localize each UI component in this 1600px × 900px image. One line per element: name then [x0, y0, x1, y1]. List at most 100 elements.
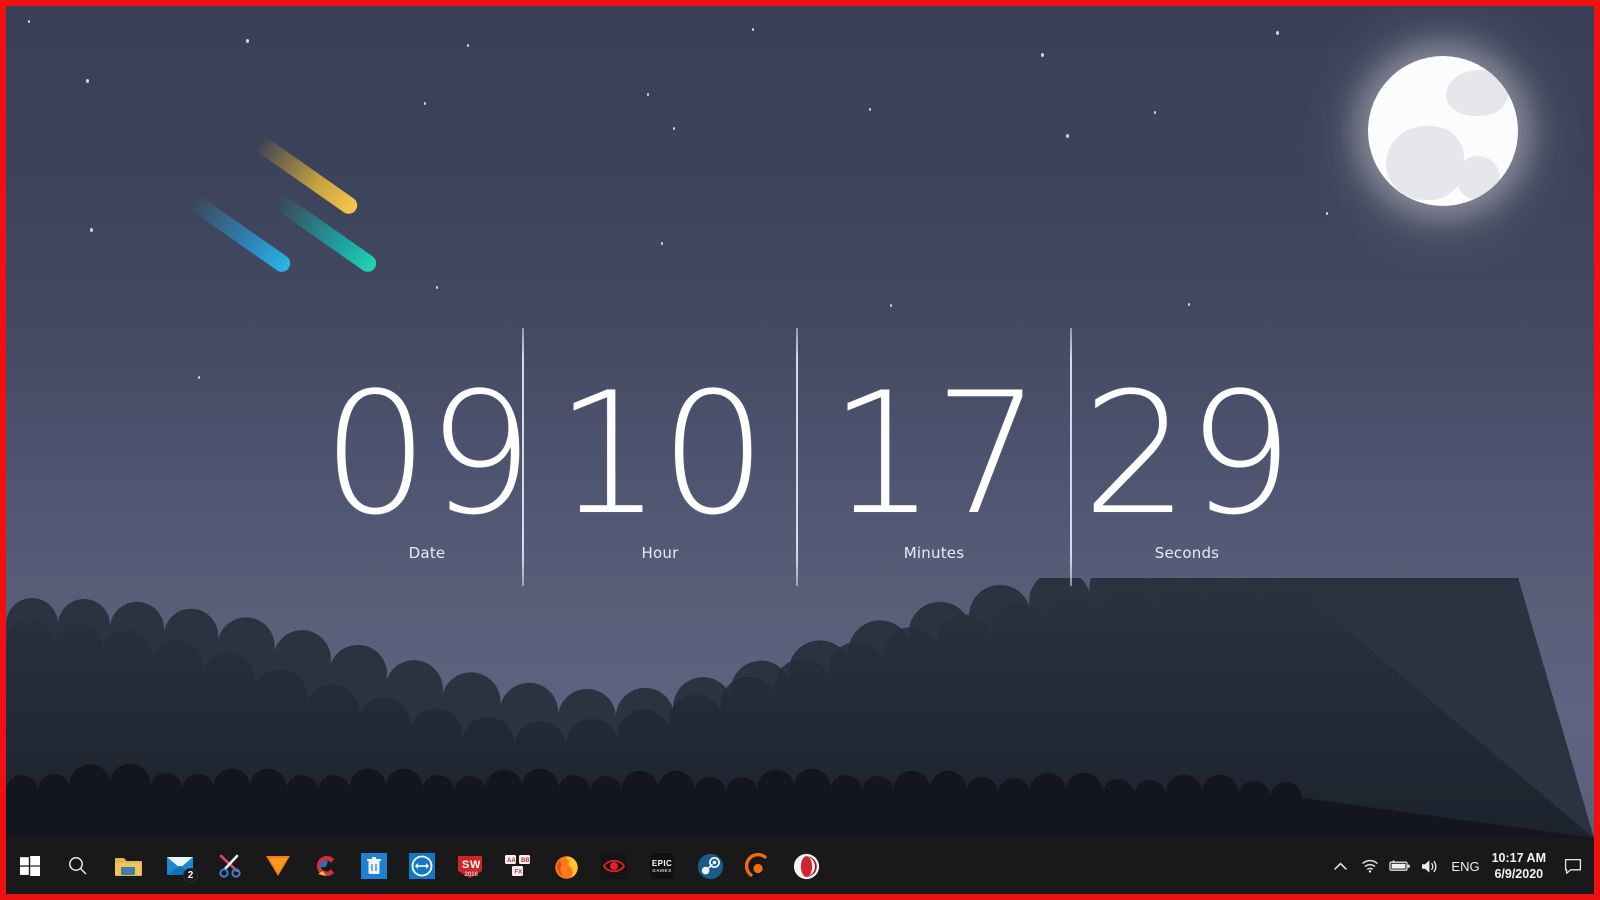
hill-silhouettes — [6, 578, 1594, 838]
moon-crater — [1446, 70, 1508, 116]
star — [890, 304, 892, 307]
svg-text:W: W — [470, 859, 481, 871]
scissors-icon — [216, 852, 244, 880]
volume-button[interactable] — [1415, 838, 1445, 894]
star — [661, 242, 663, 245]
chevron-up-icon — [1334, 862, 1347, 870]
star — [1276, 31, 1279, 35]
clock-label-date: Date — [408, 544, 446, 562]
star — [1066, 134, 1069, 138]
star — [86, 79, 89, 83]
taskbar-app-garena[interactable] — [590, 838, 638, 894]
moon-crater — [1386, 126, 1464, 200]
taskbar: 2 S W 2016 AA BB FX EPIC GAMES ENG 10:17… — [6, 838, 1594, 894]
svg-text:2016: 2016 — [465, 872, 479, 878]
clock-widget: 09 Date 10 Hour 17 Minutes 29 Seconds — [322, 324, 1302, 592]
taskbar-app-area: 2 S W 2016 AA BB FX EPIC GAMES — [6, 838, 830, 894]
ccleaner-icon — [312, 852, 340, 880]
windows-logo-icon — [20, 856, 40, 876]
star — [869, 108, 871, 111]
star — [467, 44, 469, 47]
star — [90, 228, 93, 232]
epic-games-label-bottom: GAMES — [652, 868, 672, 873]
clock-value-hour: 10 — [555, 356, 767, 552]
clock-label-hour: Hour — [641, 544, 679, 562]
taskbar-app-origin[interactable] — [734, 838, 782, 894]
folder-icon — [114, 852, 142, 880]
star — [673, 127, 675, 130]
taskbar-app-solidworks[interactable]: S W 2016 — [446, 838, 494, 894]
clock-label-minutes: Minutes — [903, 544, 965, 562]
clock-unit-minutes: 17 Minutes — [798, 324, 1070, 592]
taskbar-app-utorrent[interactable] — [254, 838, 302, 894]
mail-badge: 2 — [183, 868, 198, 883]
taskbar-app-epic-games[interactable]: EPIC GAMES — [638, 838, 686, 894]
svg-text:S: S — [462, 859, 469, 871]
epic-games-icon: EPIC GAMES — [650, 853, 674, 879]
search-icon — [69, 857, 87, 875]
moon-disc — [1368, 56, 1518, 206]
taskbar-app-firefox[interactable] — [542, 838, 590, 894]
moon-crater — [1456, 156, 1500, 200]
star — [246, 39, 249, 43]
clock-unit-seconds: 29 Seconds — [1072, 324, 1302, 592]
star — [1188, 303, 1190, 306]
show-hidden-icons-button[interactable] — [1325, 838, 1355, 894]
mail-icon: 2 — [166, 852, 198, 883]
notification-bubble-icon — [1564, 858, 1582, 874]
action-center-button[interactable] — [1556, 838, 1590, 894]
star — [436, 286, 438, 289]
taskbar-app-steam[interactable] — [686, 838, 734, 894]
svg-text:BB: BB — [521, 858, 530, 864]
star — [28, 20, 30, 23]
svg-text:FX: FX — [515, 870, 523, 876]
taskbar-app-file-explorer[interactable] — [102, 838, 154, 894]
clock-unit-hour: 10 Hour — [524, 324, 796, 592]
taskbar-clock[interactable]: 10:17 AM 6/9/2020 — [1490, 850, 1556, 882]
star — [198, 376, 200, 379]
garena-icon — [601, 853, 627, 879]
star — [1326, 212, 1328, 215]
network-button[interactable] — [1355, 838, 1385, 894]
taskbar-time: 10:17 AM — [1491, 851, 1546, 865]
system-tray: ENG 10:17 AM 6/9/2020 — [1325, 838, 1594, 894]
star — [1041, 53, 1044, 57]
screenshot-frame: 09 Date 10 Hour 17 Minutes 29 Seconds 2 … — [0, 0, 1600, 900]
star — [752, 28, 754, 31]
origin-icon — [744, 852, 772, 880]
taskbar-app-ccleaner[interactable] — [302, 838, 350, 894]
bin-icon — [361, 853, 387, 879]
keys-icon: AA BB FX — [504, 854, 532, 878]
taskbar-app-teamviewer[interactable] — [398, 838, 446, 894]
opera-icon — [792, 852, 820, 880]
battery-button[interactable] — [1385, 838, 1415, 894]
wifi-icon — [1362, 859, 1379, 873]
clock-value-date: 09 — [322, 356, 534, 552]
star — [424, 102, 426, 105]
teamviewer-icon — [409, 853, 435, 879]
firefox-icon — [552, 852, 580, 880]
search-button[interactable] — [54, 838, 102, 894]
taskbar-app-mail[interactable]: 2 — [154, 838, 206, 894]
triangle-icon — [264, 852, 292, 880]
clock-value-minutes: 17 — [829, 356, 1041, 552]
battery-icon — [1389, 860, 1411, 871]
star — [1154, 111, 1156, 114]
taskbar-app-bin-cleaner[interactable] — [350, 838, 398, 894]
taskbar-app-calculator[interactable]: AA BB FX — [494, 838, 542, 894]
speaker-icon — [1422, 859, 1437, 873]
start-button[interactable] — [6, 838, 54, 894]
clock-unit-date: 09 Date — [322, 324, 534, 592]
clock-value-seconds: 29 — [1082, 356, 1294, 552]
language-indicator[interactable]: ENG — [1445, 859, 1489, 874]
epic-games-label-top: EPIC — [651, 859, 673, 868]
solidworks-icon: S W 2016 — [456, 853, 484, 879]
svg-text:AA: AA — [507, 858, 516, 864]
desktop-wallpaper[interactable]: 09 Date 10 Hour 17 Minutes 29 Seconds — [6, 6, 1594, 838]
taskbar-app-snipping-tool[interactable] — [206, 838, 254, 894]
star — [647, 93, 649, 96]
taskbar-date: 6/9/2020 — [1494, 867, 1544, 881]
steam-icon — [696, 852, 724, 880]
taskbar-app-opera-gx[interactable] — [782, 838, 830, 894]
clock-label-seconds: Seconds — [1154, 544, 1220, 562]
